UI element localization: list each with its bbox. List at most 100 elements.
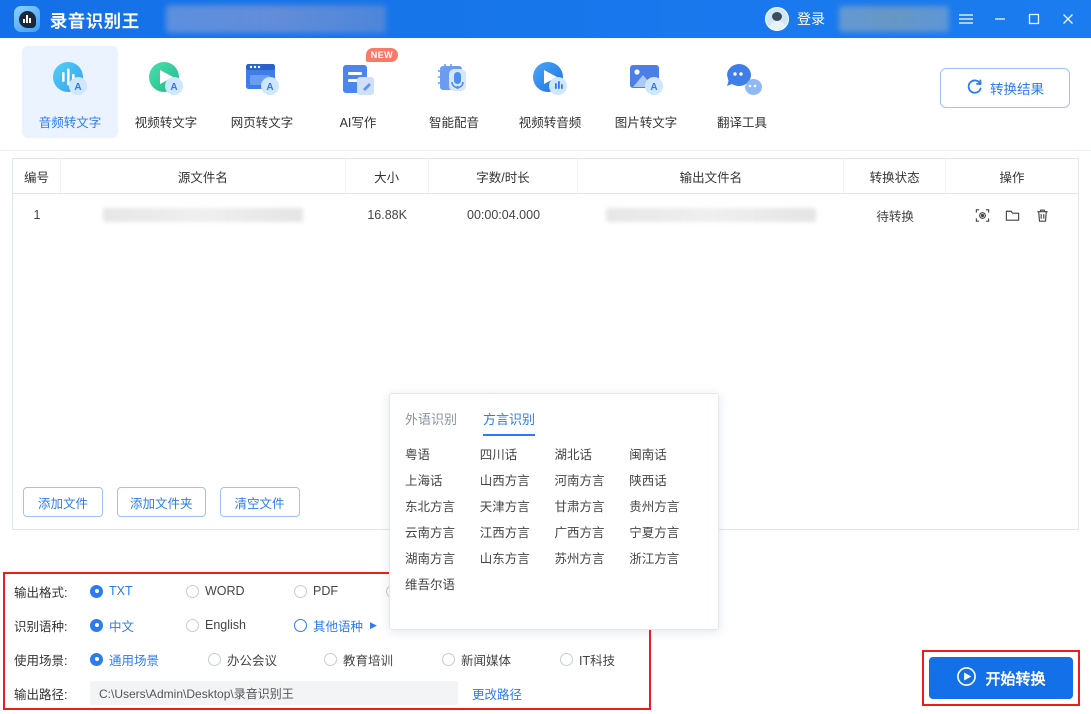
close-icon[interactable]: [1051, 0, 1085, 38]
scenario-option-general[interactable]: 通用场景: [90, 650, 208, 669]
tool-translate[interactable]: 翻译工具: [694, 46, 790, 138]
format-option-word[interactable]: WORD: [186, 584, 294, 598]
login-button[interactable]: 登录: [797, 9, 825, 29]
open-folder-icon[interactable]: [1004, 207, 1021, 224]
tool-label: 网页转文字: [230, 116, 294, 130]
tool-ai-writing[interactable]: NEW AI写作: [310, 46, 406, 138]
radio-dot: [90, 652, 103, 666]
cell-output-name: [578, 194, 844, 236]
dialect-item[interactable]: 甘肃方言: [555, 496, 630, 518]
output-path-label: 输出路径:: [14, 687, 68, 702]
table-row[interactable]: 1 16.88K 00:00:04.000 待转换: [13, 194, 1078, 236]
dialect-item[interactable]: 江西方言: [480, 522, 555, 544]
svg-text:A: A: [650, 82, 657, 93]
dialect-item[interactable]: 四川话: [480, 444, 555, 466]
dialect-item[interactable]: 湖南方言: [405, 548, 480, 570]
dialect-item[interactable]: 浙江方言: [629, 548, 704, 570]
preview-icon[interactable]: [974, 207, 991, 224]
language-option-english[interactable]: English: [186, 618, 294, 632]
scenario-row: 使用场景: 通用场景 办公会议 教育培训 新闻媒体 IT科技: [5, 642, 649, 676]
format-option-pdf[interactable]: PDF: [294, 584, 386, 598]
tab-foreign-language[interactable]: 外语识别: [405, 409, 457, 436]
tool-audio-to-text[interactable]: A 音频转文字: [22, 46, 118, 138]
titlebar-blurred-region: [166, 5, 386, 33]
language-label: 识别语种:: [14, 619, 68, 634]
header-duration: 字数/时长: [429, 159, 579, 193]
output-path-row: 输出路径: 更改路径: [5, 676, 649, 710]
convert-result-label: 转换结果: [990, 82, 1044, 97]
video-to-audio-icon: [525, 55, 575, 105]
main-toolbar: A 音频转文字 A 视频转文字 A 网页转文字 NEW AI写作 智能配音 视频…: [0, 38, 1091, 150]
dialect-item[interactable]: 苏州方言: [555, 548, 630, 570]
add-folder-button[interactable]: 添加文件夹: [117, 487, 206, 517]
chevron-right-icon: ▶: [370, 619, 377, 630]
output-format-label: 输出格式:: [14, 585, 68, 600]
radio-dot: [324, 652, 337, 666]
refresh-circle-icon: [966, 78, 983, 98]
avatar[interactable]: [765, 7, 789, 31]
dialect-item[interactable]: 陕西话: [629, 470, 704, 492]
dialect-item[interactable]: 粤语: [405, 444, 480, 466]
title-bar: 录音识别王 登录: [0, 0, 1091, 38]
scenario-option-it[interactable]: IT科技: [560, 650, 615, 669]
tool-video-to-audio[interactable]: 视频转音频: [502, 46, 598, 138]
dialect-item[interactable]: 山东方言: [480, 548, 555, 570]
change-path-link[interactable]: 更改路径: [472, 684, 522, 703]
scenario-option-office[interactable]: 办公会议: [208, 650, 324, 669]
dialect-item[interactable]: 湖北话: [555, 444, 630, 466]
radio-dot: [208, 652, 221, 666]
scenario-option-education[interactable]: 教育培训: [324, 650, 442, 669]
app-title: 录音识别王: [50, 11, 140, 31]
tool-webpage-to-text[interactable]: A 网页转文字: [214, 46, 310, 138]
svg-text:A: A: [266, 82, 273, 93]
tool-image-to-text[interactable]: A 图片转文字: [598, 46, 694, 138]
tab-dialect[interactable]: 方言识别: [483, 409, 536, 436]
delete-icon[interactable]: [1034, 207, 1051, 224]
cell-status: 待转换: [876, 209, 914, 224]
tool-label: 智能配音: [428, 116, 479, 130]
radio-dot: [90, 584, 103, 598]
dialect-item[interactable]: 云南方言: [405, 522, 480, 544]
language-option-chinese[interactable]: 中文: [90, 616, 186, 635]
dialect-item[interactable]: 天津方言: [480, 496, 555, 518]
dialect-item[interactable]: 东北方言: [405, 496, 480, 518]
start-convert-button[interactable]: 开始转换: [929, 657, 1073, 699]
dialect-item[interactable]: 广西方言: [555, 522, 630, 544]
play-circle-icon: [956, 666, 977, 691]
tool-label: 翻译工具: [716, 116, 767, 130]
dialect-item[interactable]: 贵州方言: [629, 496, 704, 518]
radio-dot: [442, 652, 455, 666]
scenario-option-news[interactable]: 新闻媒体: [442, 650, 560, 669]
convert-result-button[interactable]: 转换结果: [940, 68, 1070, 108]
language-popup: 外语识别 方言识别 粤语 四川话 湖北话 闽南话 上海话 山西方言 河南方言 陕…: [389, 393, 719, 630]
start-convert-label: 开始转换: [985, 670, 1046, 688]
dialect-item[interactable]: 河南方言: [555, 470, 630, 492]
dialect-item[interactable]: 宁夏方言: [629, 522, 704, 544]
video-to-text-icon: A: [141, 55, 191, 105]
maximize-icon[interactable]: [1017, 0, 1051, 38]
dialect-item[interactable]: 维吾尔语: [405, 574, 480, 596]
radio-dot: [90, 618, 103, 632]
tool-label: 音频转文字: [38, 116, 102, 130]
header-actions: 操作: [999, 170, 1025, 185]
audio-to-text-icon: A: [45, 55, 95, 105]
clear-files-button[interactable]: 清空文件: [219, 487, 300, 517]
dialect-item[interactable]: 闽南话: [629, 444, 704, 466]
cell-index: 1: [33, 208, 41, 222]
scenario-label: 使用场景:: [14, 653, 68, 668]
tool-smart-dubbing[interactable]: 智能配音: [406, 46, 502, 138]
svg-text:A: A: [170, 82, 177, 93]
minimize-icon[interactable]: [983, 0, 1017, 38]
file-action-buttons: 添加文件 添加文件夹 清空文件: [23, 487, 300, 517]
tool-video-to-text[interactable]: A 视频转文字: [118, 46, 214, 138]
format-option-txt[interactable]: TXT: [90, 584, 186, 598]
header-status: 转换状态: [844, 159, 947, 193]
hamburger-menu-icon[interactable]: [949, 0, 983, 38]
output-path-input[interactable]: [90, 681, 458, 705]
dialect-item[interactable]: 上海话: [405, 470, 480, 492]
dialect-item[interactable]: 山西方言: [480, 470, 555, 492]
radio-dot: [294, 618, 307, 632]
add-file-button[interactable]: 添加文件: [23, 487, 103, 517]
cell-size: 16.88K: [367, 208, 407, 222]
language-option-other[interactable]: 其他语种 ▶: [294, 616, 377, 635]
